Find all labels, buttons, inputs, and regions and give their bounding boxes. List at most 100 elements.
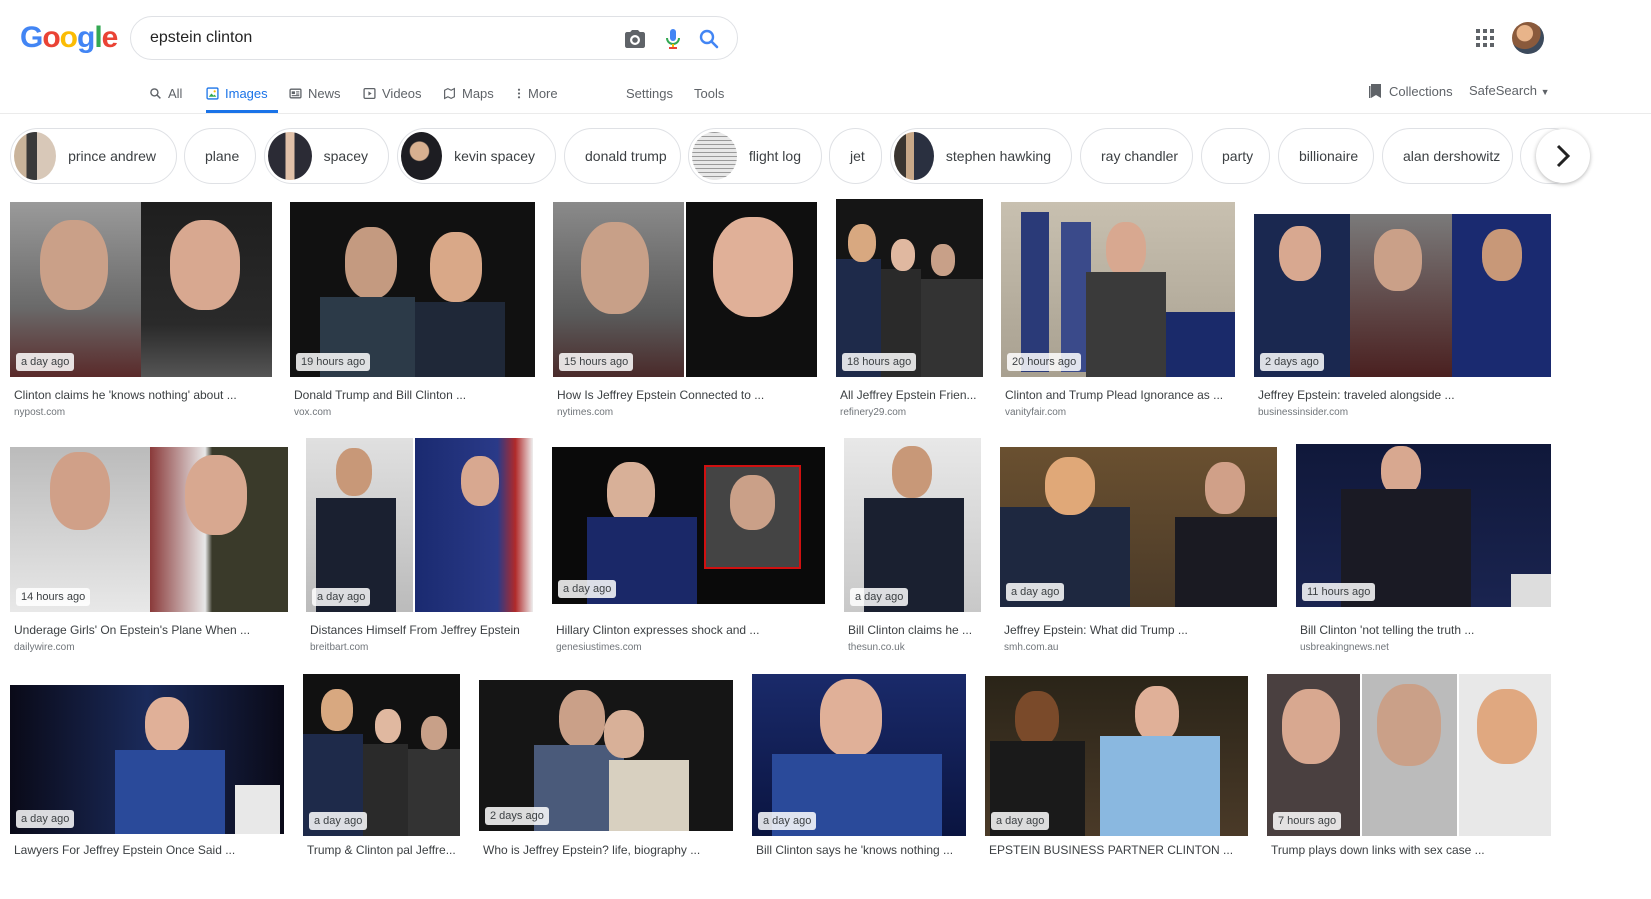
tools-link[interactable]: Tools [694,83,724,103]
result-title[interactable]: Bill Clinton says he 'knows nothing ... [756,843,953,857]
camera-icon[interactable] [623,27,647,51]
image-result[interactable]: 15 hours ago How Is Jeffrey Epstein Conn… [553,202,817,427]
image-result[interactable]: a day ago Trump & Clinton pal Jeffre... [303,674,460,899]
chip-stephen-hawking[interactable]: stephen hawking [890,128,1072,184]
image-result[interactable]: a day ago Bill Clinton claims he ... the… [844,438,981,662]
result-title[interactable]: Bill Clinton claims he ... [848,623,972,637]
search-input[interactable]: epstein clinton [150,29,252,47]
apps-grid-icon[interactable] [1476,29,1494,47]
result-source[interactable]: refinery29.com [840,407,906,418]
tab-more[interactable]: More [516,83,558,103]
result-thumbnail[interactable]: 2 days ago [1254,214,1551,377]
tab-all[interactable]: All [149,83,182,103]
result-title[interactable]: Trump & Clinton pal Jeffre... [307,843,456,857]
image-result[interactable]: 18 hours ago All Jeffrey Epstein Frien..… [836,199,983,427]
result-source[interactable]: thesun.co.uk [848,642,905,653]
result-title[interactable]: Bill Clinton 'not telling the truth ... [1300,623,1474,637]
result-title[interactable]: How Is Jeffrey Epstein Connected to ... [557,388,764,402]
result-thumbnail[interactable]: 18 hours ago [836,199,983,377]
chip-alan-dershowitz[interactable]: alan dershowitz [1382,128,1513,184]
header: Google epstein clinton [0,0,1651,74]
result-title[interactable]: Jeffrey Epstein: What did Trump ... [1004,623,1188,637]
image-result[interactable]: 14 hours ago Underage Girls' On Epstein'… [10,447,288,662]
image-result[interactable]: a day ago Clinton claims he 'knows nothi… [10,202,272,427]
result-source[interactable]: nytimes.com [557,407,613,418]
chip-plane[interactable]: plane [184,128,256,184]
result-thumbnail[interactable]: a day ago [10,202,272,377]
chip-spacey[interactable]: spacey [264,128,389,184]
image-result[interactable]: 7 hours ago Trump plays down links with … [1267,674,1551,899]
result-source[interactable]: nypost.com [14,407,65,418]
result-source[interactable]: genesiustimes.com [556,642,642,653]
result-source[interactable]: usbreakingnews.net [1300,642,1389,653]
image-result[interactable]: a day ago Lawyers For Jeffrey Epstein On… [10,685,284,899]
more-vert-icon [517,88,521,98]
image-result[interactable]: 20 hours ago Clinton and Trump Plead Ign… [1001,202,1235,427]
collections-link[interactable]: Collections [1368,83,1453,99]
result-title[interactable]: Distances Himself From Jeffrey Epstein [310,623,520,637]
avatar[interactable] [1512,22,1544,54]
tab-maps[interactable]: Maps [443,83,494,103]
chip-prince-andrew[interactable]: prince andrew [10,128,177,184]
result-thumbnail[interactable]: 7 hours ago [1267,674,1551,836]
result-thumbnail[interactable]: 11 hours ago [1296,444,1551,607]
result-source[interactable]: breitbart.com [310,642,368,653]
safesearch-dropdown[interactable]: SafeSearch ▼ [1469,83,1549,98]
image-result[interactable]: a day ago Hillary Clinton expresses shoc… [552,447,825,662]
chips-next-button[interactable] [1536,129,1590,183]
chip-jet[interactable]: jet [829,128,882,184]
settings-link[interactable]: Settings [626,83,673,103]
result-source[interactable]: vox.com [294,407,331,418]
result-thumbnail[interactable]: a day ago [752,674,966,836]
result-thumbnail[interactable]: 20 hours ago [1001,202,1235,377]
tab-news[interactable]: News [289,83,341,103]
result-title[interactable]: Lawyers For Jeffrey Epstein Once Said ..… [14,843,235,857]
result-thumbnail[interactable]: a day ago [844,438,981,612]
result-title[interactable]: Jeffrey Epstein: traveled alongside ... [1258,388,1455,402]
search-box[interactable]: epstein clinton [130,16,738,60]
chip-party[interactable]: party [1201,128,1270,184]
image-result[interactable]: 19 hours ago Donald Trump and Bill Clint… [290,202,535,427]
result-thumbnail[interactable]: a day ago [10,685,284,834]
chip-donald-trump[interactable]: donald trump [564,128,681,184]
result-thumbnail[interactable]: 15 hours ago [553,202,817,377]
microphone-icon[interactable] [661,27,685,51]
image-result[interactable]: 11 hours ago Bill Clinton 'not telling t… [1296,444,1551,662]
result-source[interactable]: vanityfair.com [1005,407,1066,418]
result-thumbnail[interactable]: a day ago [1000,447,1277,607]
result-title[interactable]: EPSTEIN BUSINESS PARTNER CLINTON ... [989,843,1233,857]
result-thumbnail[interactable]: 2 days ago [479,680,733,831]
result-thumbnail[interactable]: a day ago [985,676,1248,836]
result-title[interactable]: All Jeffrey Epstein Frien... [840,388,977,402]
image-result[interactable]: a day ago EPSTEIN BUSINESS PARTNER CLINT… [985,676,1248,899]
result-source[interactable]: smh.com.au [1004,642,1058,653]
chip-billionaire[interactable]: billionaire [1278,128,1374,184]
result-thumbnail[interactable]: a day ago [552,447,825,604]
image-result[interactable]: a day ago Distances Himself From Jeffrey… [306,438,533,662]
chip-kevin-spacey[interactable]: kevin spacey [397,128,556,184]
result-title[interactable]: Who is Jeffrey Epstein? life, biography … [483,843,700,857]
result-title[interactable]: Clinton and Trump Plead Ignorance as ... [1005,388,1223,402]
chip-flight-log[interactable]: flight log [688,128,822,184]
result-thumbnail[interactable]: 19 hours ago [290,202,535,377]
tab-images[interactable]: Images [206,83,268,103]
image-result[interactable]: a day ago Bill Clinton says he 'knows no… [752,674,966,899]
search-icon[interactable] [697,27,721,51]
image-result[interactable]: a day ago Jeffrey Epstein: What did Trum… [1000,447,1277,662]
tab-videos[interactable]: Videos [363,83,422,103]
result-title[interactable]: Clinton claims he 'knows nothing' about … [14,388,237,402]
result-source[interactable]: dailywire.com [14,642,75,653]
time-badge: 7 hours ago [1273,812,1342,830]
result-thumbnail[interactable]: a day ago [303,674,460,836]
chip-ray-chandler[interactable]: ray chandler [1080,128,1193,184]
google-logo[interactable]: Google [20,21,118,55]
result-thumbnail[interactable]: 14 hours ago [10,447,288,612]
result-thumbnail[interactable]: a day ago [306,438,533,612]
result-title[interactable]: Underage Girls' On Epstein's Plane When … [14,623,250,637]
result-source[interactable]: businessinsider.com [1258,407,1348,418]
image-result[interactable]: 2 days ago Jeffrey Epstein: traveled alo… [1254,214,1551,427]
result-title[interactable]: Trump plays down links with sex case ... [1271,843,1485,857]
image-result[interactable]: 2 days ago Who is Jeffrey Epstein? life,… [479,680,733,899]
result-title[interactable]: Hillary Clinton expresses shock and ... [556,623,759,637]
result-title[interactable]: Donald Trump and Bill Clinton ... [294,388,466,402]
